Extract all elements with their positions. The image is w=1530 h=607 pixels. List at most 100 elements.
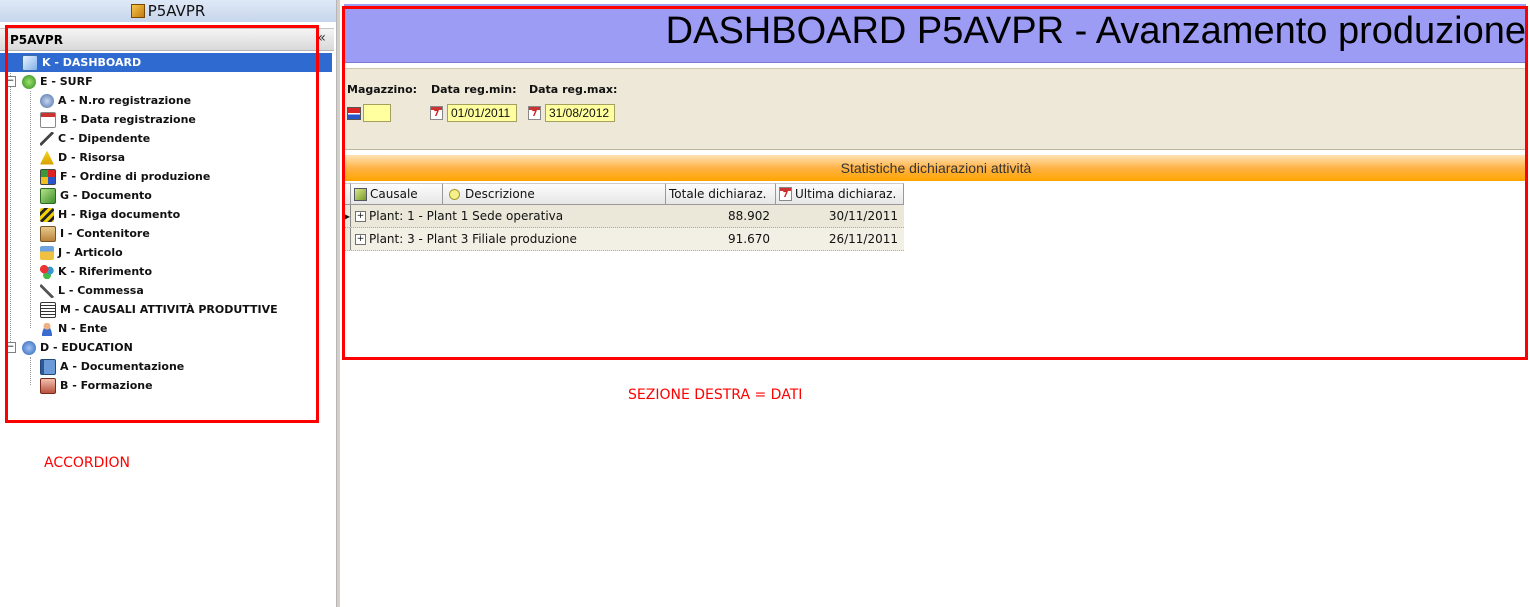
document-icon bbox=[40, 187, 56, 204]
tree-item-commessa[interactable]: L - Commessa bbox=[0, 281, 318, 300]
row-selector[interactable] bbox=[344, 228, 351, 250]
group-label: Plant: 1 - Plant 1 Sede operativa bbox=[369, 209, 564, 223]
group-label: Plant: 3 - Plant 3 Filiale produzione bbox=[369, 232, 577, 246]
tree-item-label: C - Dipendente bbox=[58, 132, 151, 145]
column-header-ultima[interactable]: 7 Ultima dichiaraz. bbox=[776, 183, 904, 205]
ultima-cell: 30/11/2011 bbox=[828, 209, 898, 223]
section-title: Statistiche dichiarazioni attività bbox=[840, 160, 1032, 176]
collapse-expander-icon[interactable]: − bbox=[5, 342, 16, 353]
circle-icon bbox=[449, 188, 460, 200]
article-tool-icon bbox=[40, 245, 54, 260]
briefcase-icon bbox=[40, 377, 56, 394]
tree-item-causali[interactable]: M - CAUSALI ATTIVITÀ PRODUTTIVE bbox=[0, 300, 318, 319]
column-header-label: Totale dichiaraz. bbox=[669, 187, 767, 201]
calendar-icon[interactable]: 7 bbox=[430, 106, 443, 120]
tree-item-label: N - Ente bbox=[58, 322, 108, 335]
book-icon bbox=[40, 358, 56, 375]
tree-item-riferimento[interactable]: K - Riferimento bbox=[0, 262, 318, 281]
tree-item-label: M - CAUSALI ATTIVITÀ PRODUTTIVE bbox=[60, 303, 278, 316]
collapse-expander-icon[interactable]: − bbox=[5, 76, 16, 87]
row-selector-header bbox=[344, 183, 351, 205]
column-header-label: Causale bbox=[370, 187, 418, 201]
tree-item-formazione[interactable]: B - Formazione bbox=[0, 376, 318, 395]
accordion-header[interactable]: P5AVPR « bbox=[0, 28, 334, 51]
totale-cell: 91.670 bbox=[728, 232, 770, 246]
magazzino-field[interactable] bbox=[363, 104, 391, 122]
calendar-icon bbox=[40, 111, 56, 128]
data-max-label: Data reg.max: bbox=[529, 83, 618, 96]
tree-item-label: G - Documento bbox=[60, 189, 152, 202]
data-min-field[interactable]: 01/01/2011 bbox=[447, 104, 517, 122]
tree-item-documentazione[interactable]: A - Documentazione bbox=[0, 357, 318, 376]
app-title: P5AVPR bbox=[147, 2, 206, 20]
dashboard-title-band: DASHBOARD P5AVPR - Avanzamento produzion… bbox=[344, 4, 1526, 63]
tree-item-label: K - DASHBOARD bbox=[42, 56, 142, 69]
tree-item-nro-registrazione[interactable]: A - N.ro registrazione bbox=[0, 91, 318, 110]
navigation-tree: K - DASHBOARD − E - SURF A - N.ro regist… bbox=[0, 53, 332, 395]
tree-item-data-registrazione[interactable]: B - Data registrazione bbox=[0, 110, 318, 129]
tree-item-articolo[interactable]: J - Articolo bbox=[0, 243, 318, 262]
column-header-label: Descrizione bbox=[465, 187, 535, 201]
data-max-field[interactable]: 31/08/2012 bbox=[545, 104, 615, 122]
order-grid-icon bbox=[40, 168, 56, 185]
tree-item-label: E - SURF bbox=[40, 75, 93, 88]
tree-item-label: I - Contenitore bbox=[60, 227, 150, 240]
tree-item-label: J - Articolo bbox=[58, 246, 123, 259]
gears-icon bbox=[40, 93, 54, 108]
right-panel: DASHBOARD P5AVPR - Avanzamento produzion… bbox=[340, 0, 1530, 607]
column-header-descrizione[interactable]: Descrizione bbox=[443, 183, 666, 205]
accordion-annotation: ACCORDION bbox=[44, 455, 131, 471]
dashboard-title: DASHBOARD P5AVPR - Avanzamento produzion… bbox=[665, 10, 1526, 52]
row-selector[interactable]: ▶ bbox=[344, 205, 351, 227]
tree-item-label: K - Riferimento bbox=[58, 265, 152, 278]
tree-item-label: A - Documentazione bbox=[60, 360, 185, 373]
group-cell[interactable]: + Plant: 3 - Plant 3 Filiale produzione bbox=[351, 228, 666, 250]
tree-item-label: A - N.ro registrazione bbox=[58, 94, 192, 107]
tree-item-ordine-produzione[interactable]: F - Ordine di produzione bbox=[0, 167, 318, 186]
striped-barrier-icon bbox=[40, 207, 54, 222]
tree-item-label: H - Riga documento bbox=[58, 208, 181, 221]
warning-icon bbox=[40, 150, 54, 165]
tree-item-label: B - Data registrazione bbox=[60, 113, 196, 126]
collapse-left-icon[interactable]: « bbox=[317, 30, 326, 46]
accordion-title: P5AVPR bbox=[10, 32, 63, 47]
tree-item-label: D - EDUCATION bbox=[40, 341, 133, 354]
tree-item-label: D - Risorsa bbox=[58, 151, 126, 164]
app-logo-icon bbox=[130, 4, 145, 18]
column-header-totale[interactable]: Totale dichiaraz. bbox=[666, 183, 776, 205]
table-row[interactable]: + Plant: 3 - Plant 3 Filiale produzione … bbox=[344, 228, 904, 251]
box-icon bbox=[40, 225, 56, 242]
tree-item-label: F - Ordine di produzione bbox=[60, 170, 211, 183]
tree-item-label: B - Formazione bbox=[60, 379, 153, 392]
tree-item-dashboard[interactable]: K - DASHBOARD bbox=[0, 53, 332, 72]
reference-shapes-icon bbox=[40, 264, 54, 279]
totale-cell: 88.902 bbox=[728, 209, 770, 223]
surf-icon bbox=[22, 74, 36, 89]
dashboard-icon bbox=[22, 54, 38, 71]
data-annotation: SEZIONE DESTRA = DATI bbox=[628, 387, 803, 403]
tree-item-contenitore[interactable]: I - Contenitore bbox=[0, 224, 318, 243]
person-icon bbox=[40, 321, 54, 336]
tree-item-education[interactable]: − D - EDUCATION bbox=[0, 338, 318, 357]
magazzino-label: Magazzino: bbox=[347, 83, 418, 96]
column-header-label: Ultima dichiaraz. bbox=[795, 187, 897, 201]
tree-item-dipendente[interactable]: C - Dipendente bbox=[0, 129, 318, 148]
grid-header-row: Causale Descrizione Totale dichiaraz. 7 … bbox=[344, 183, 904, 205]
tree-item-riga-documento[interactable]: H - Riga documento bbox=[0, 205, 318, 224]
list-icon bbox=[40, 301, 56, 318]
ultima-cell: 26/11/2011 bbox=[828, 232, 898, 246]
left-panel: P5AVPR P5AVPR « K - DASHBOARD − E - SURF… bbox=[0, 0, 337, 607]
plus-expander-icon[interactable]: + bbox=[355, 210, 366, 222]
tree-item-risorsa[interactable]: D - Risorsa bbox=[0, 148, 318, 167]
warehouse-icon[interactable] bbox=[347, 107, 361, 120]
group-cell[interactable]: + Plant: 1 - Plant 1 Sede operativa bbox=[351, 205, 666, 227]
section-header: Statistiche dichiarazioni attività bbox=[344, 155, 1528, 181]
calendar-icon[interactable]: 7 bbox=[528, 106, 541, 120]
calendar-icon: 7 bbox=[779, 187, 792, 201]
tree-item-surf[interactable]: − E - SURF bbox=[0, 72, 318, 91]
tree-item-documento[interactable]: G - Documento bbox=[0, 186, 318, 205]
column-header-causale[interactable]: Causale bbox=[351, 183, 443, 205]
plus-expander-icon[interactable]: + bbox=[355, 233, 366, 245]
table-row[interactable]: ▶ + Plant: 1 - Plant 1 Sede operativa 88… bbox=[344, 205, 904, 228]
tree-item-ente[interactable]: N - Ente bbox=[0, 319, 318, 338]
